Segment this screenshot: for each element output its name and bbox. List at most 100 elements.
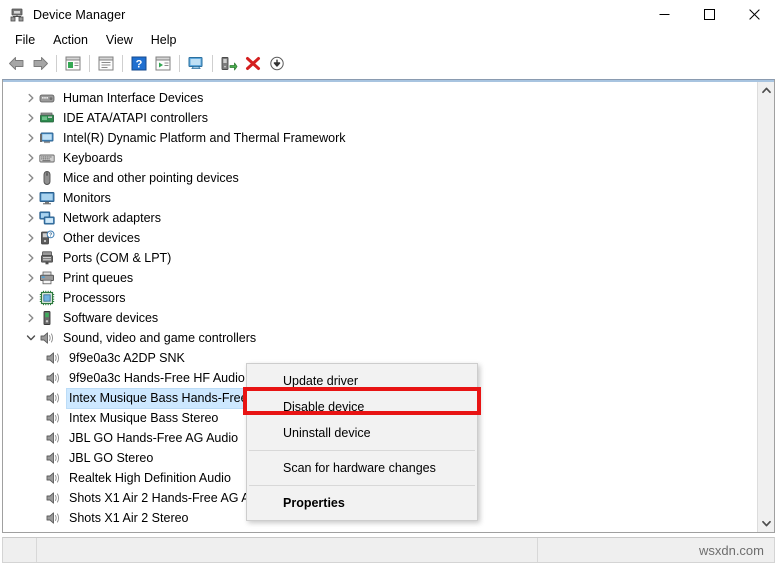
scroll-up-arrow-icon[interactable] [758,82,774,99]
chevron-right-icon[interactable] [23,168,39,188]
chevron-right-icon[interactable] [23,188,39,208]
tree-item-label: Human Interface Devices [63,90,204,105]
tree-item[interactable]: IDE ATA/ATAPI controllers [3,108,757,128]
tree-item-label: Keyboards [63,150,123,165]
device-manager-window: Device Manager File Action View Help ? H… [0,0,777,567]
speaker-icon [45,430,61,446]
keyboard-icon [39,150,55,166]
network-adapter-icon [39,210,55,226]
chevron-right-icon[interactable] [23,228,39,248]
minimize-button[interactable] [642,0,687,29]
menu-bar: File Action View Help [0,29,777,51]
menu-file[interactable]: File [6,31,44,50]
other-device-icon: ? [39,230,55,246]
tree-item-label: Other devices [63,230,141,245]
chevron-right-icon[interactable] [23,148,39,168]
speaker-icon [45,510,61,526]
chevron-right-icon[interactable] [23,208,39,228]
tree-item-label: Shots X1 Air 2 Hands-Free AG Audio [69,490,274,505]
toolbar-separator [89,55,90,72]
tree-item[interactable]: Keyboards [3,148,757,168]
scrollbar-track[interactable] [758,99,774,515]
speaker-icon [45,390,61,406]
chevron-right-icon[interactable] [23,248,39,268]
mouse-icon [39,170,55,186]
context-menu-item[interactable]: Properties [247,490,477,516]
view-list-icon[interactable] [151,53,175,75]
disable-device-icon[interactable] [265,53,289,75]
tree-item[interactable]: Network adapters [3,208,757,228]
monitor-icon [39,190,55,206]
port-icon [39,250,55,266]
status-pane-1 [3,538,37,562]
tree-item-label: Mice and other pointing devices [63,170,239,185]
menu-action[interactable]: Action [44,31,97,50]
context-menu-item[interactable]: Scan for hardware changes [247,455,477,481]
tree-item-label: Print queues [63,270,134,285]
context-menu-item[interactable]: Update driver [247,368,477,394]
tree-item[interactable]: Storage controllers [3,528,757,533]
tree-item[interactable]: Monitors [3,188,757,208]
storage-controller-icon [39,530,55,532]
properties-icon[interactable] [94,53,118,75]
status-bar: wsxdn.com [2,537,775,563]
tree-item[interactable]: Print queues [3,268,757,288]
tree-item-label: Storage controllers [61,529,171,533]
toolbar-separator [212,55,213,72]
context-menu-item[interactable]: Disable device [247,394,477,420]
speaker-icon [39,330,55,346]
scan-hardware-changes-icon[interactable] [184,53,208,75]
maximize-button[interactable] [687,0,732,29]
chevron-down-icon[interactable] [23,328,39,348]
tree-item[interactable]: ? Other devices [3,228,757,248]
chevron-right-icon[interactable] [23,308,39,328]
toolbar: ? [0,51,777,76]
tree-item[interactable]: Mice and other pointing devices [3,168,757,188]
context-menu-item[interactable]: Uninstall device [247,420,477,446]
tree-item-label: Sound, video and game controllers [63,330,257,345]
tree-item-label: Network adapters [63,210,161,225]
menu-view[interactable]: View [97,31,142,50]
svg-text:?: ? [136,59,143,71]
chevron-right-icon[interactable] [23,108,39,128]
vertical-scrollbar[interactable] [757,82,774,532]
update-driver-icon[interactable] [217,53,241,75]
toolbar-separator [122,55,123,72]
speaker-icon [45,410,61,426]
tree-item[interactable]: Human Interface Devices [3,88,757,108]
chevron-right-icon[interactable] [23,528,39,532]
ide-controller-icon [39,110,55,126]
title-bar: Device Manager [0,0,777,29]
tree-item-label: JBL GO Hands-Free AG Audio [69,430,239,445]
forward-arrow-icon[interactable] [28,53,52,75]
tree-item[interactable]: Intel(R) Dynamic Platform and Thermal Fr… [3,128,757,148]
status-pane-3: wsxdn.com [538,538,774,562]
tree-item-label: JBL GO Stereo [69,450,154,465]
uninstall-device-icon[interactable] [241,53,265,75]
tree-item[interactable]: Software devices [3,308,757,328]
back-arrow-icon[interactable] [4,53,28,75]
chevron-right-icon[interactable] [23,88,39,108]
chevron-right-icon[interactable] [23,268,39,288]
scroll-down-arrow-icon[interactable] [758,515,774,532]
menu-help[interactable]: Help [142,31,186,50]
close-button[interactable] [732,0,777,29]
tree-item[interactable]: Sound, video and game controllers [3,328,757,348]
hid-icon [39,90,55,106]
tree-item-label: IDE ATA/ATAPI controllers [63,110,208,125]
speaker-icon [45,450,61,466]
help-icon[interactable]: ? [127,53,151,75]
tree-item[interactable]: Ports (COM & LPT) [3,248,757,268]
tree-item-label: Realtek High Definition Audio [69,470,231,485]
chevron-right-icon[interactable] [23,128,39,148]
tree-item-label: Monitors [63,190,111,205]
printer-icon [39,270,55,286]
svg-text:?: ? [49,232,52,238]
device-manager-icon [9,7,25,23]
tree-item[interactable]: Processors [3,288,757,308]
context-menu[interactable]: Update driver Disable device Uninstall dev… [246,363,478,521]
software-device-icon [39,310,55,326]
show-hide-console-tree-icon[interactable] [61,53,85,75]
toolbar-separator [56,55,57,72]
chevron-right-icon[interactable] [23,288,39,308]
